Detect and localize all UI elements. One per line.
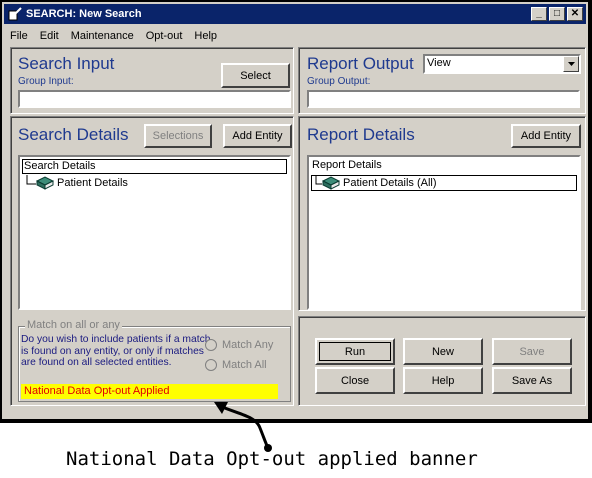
tree-item-label: Patient Details (All) <box>343 177 437 189</box>
search-details-tree[interactable]: Search Details Patient Details <box>18 155 291 310</box>
report-add-entity-button[interactable]: Add Entity <box>511 124 581 148</box>
menu-maintenance[interactable]: Maintenance <box>65 30 140 42</box>
match-all-option[interactable]: Match All <box>205 359 267 371</box>
save-button[interactable]: Save <box>492 338 572 365</box>
group-input-field[interactable] <box>18 90 291 108</box>
tree-item-label: Patient Details <box>57 177 128 189</box>
search-add-entity-button[interactable]: Add Entity <box>223 124 292 148</box>
menu-file[interactable]: File <box>4 30 34 42</box>
group-input-label: Group Input: <box>18 76 74 87</box>
tree-connector <box>26 175 36 185</box>
maximize-button[interactable]: □ <box>549 7 565 21</box>
search-details-pane: Search Details Selections Add Entity Sea… <box>10 116 294 406</box>
match-description: Do you wish to include patients if a mat… <box>21 334 211 368</box>
tree-item-patient-details-all[interactable]: Patient Details (All) <box>311 175 577 191</box>
help-button[interactable]: Help <box>403 367 483 394</box>
search-window: SEARCH: New Search _ □ ✕ File Edit Maint… <box>0 0 592 423</box>
search-details-heading: Search Details <box>18 125 129 144</box>
close-button[interactable]: ✕ <box>567 7 583 21</box>
add-entity-label: Add Entity <box>232 130 283 142</box>
search-input-pane: Search Input Group Input: Select <box>10 47 294 114</box>
chevron-down-icon <box>567 62 575 66</box>
tree-item-patient-details[interactable]: Patient Details <box>26 175 128 191</box>
selections-button[interactable]: Selections <box>144 124 212 148</box>
minimize-button[interactable]: _ <box>531 7 547 21</box>
search-input-heading: Search Input <box>18 54 115 73</box>
annotation-arrow <box>214 402 272 452</box>
menu-bar: File Edit Maintenance Opt-out Help <box>4 26 586 45</box>
group-output-field[interactable] <box>307 90 580 108</box>
report-details-heading: Report Details <box>307 125 415 144</box>
app-icon <box>7 6 23 22</box>
window-title: SEARCH: New Search <box>26 8 142 20</box>
dropdown-arrow-button[interactable] <box>563 56 579 72</box>
book-icon <box>322 176 340 190</box>
match-any-option[interactable]: Match Any <box>205 339 273 351</box>
book-icon <box>36 176 54 190</box>
match-legend: Match on all or any <box>25 319 122 331</box>
select-button[interactable]: Select <box>221 63 290 88</box>
tree-connector <box>315 175 322 185</box>
tree-root-search-details[interactable]: Search Details <box>22 159 287 174</box>
match-groupbox: Match on all or any Do you wish to inclu… <box>18 319 291 402</box>
close-action-button[interactable]: Close <box>315 367 395 394</box>
report-output-dropdown[interactable]: View <box>423 54 581 74</box>
report-output-heading: Report Output <box>307 54 414 73</box>
menu-edit[interactable]: Edit <box>34 30 65 42</box>
match-any-label: Match Any <box>222 339 274 351</box>
report-details-tree[interactable]: Report Details Patient Details (All) <box>307 155 581 310</box>
report-output-pane: Report Output Group Output: View <box>298 47 586 114</box>
title-bar: SEARCH: New Search _ □ ✕ <box>4 4 586 24</box>
match-all-label: Match All <box>222 359 267 371</box>
tree-root-report-details[interactable]: Report Details <box>311 159 577 174</box>
group-output-label: Group Output: <box>307 76 371 87</box>
radio-icon <box>205 359 217 371</box>
menu-opt-out[interactable]: Opt-out <box>140 30 189 42</box>
annotation-caption: National Data Opt-out applied banner <box>66 448 478 470</box>
save-as-button[interactable]: Save As <box>492 367 572 394</box>
actions-pane: Run New Save Close Help Save As <box>298 316 586 406</box>
radio-icon <box>205 339 217 351</box>
new-button[interactable]: New <box>403 338 483 365</box>
dropdown-value: View <box>427 57 451 69</box>
report-details-pane: Report Details Add Entity Report Details… <box>298 116 586 311</box>
run-button[interactable]: Run <box>315 338 395 365</box>
menu-help[interactable]: Help <box>188 30 223 42</box>
